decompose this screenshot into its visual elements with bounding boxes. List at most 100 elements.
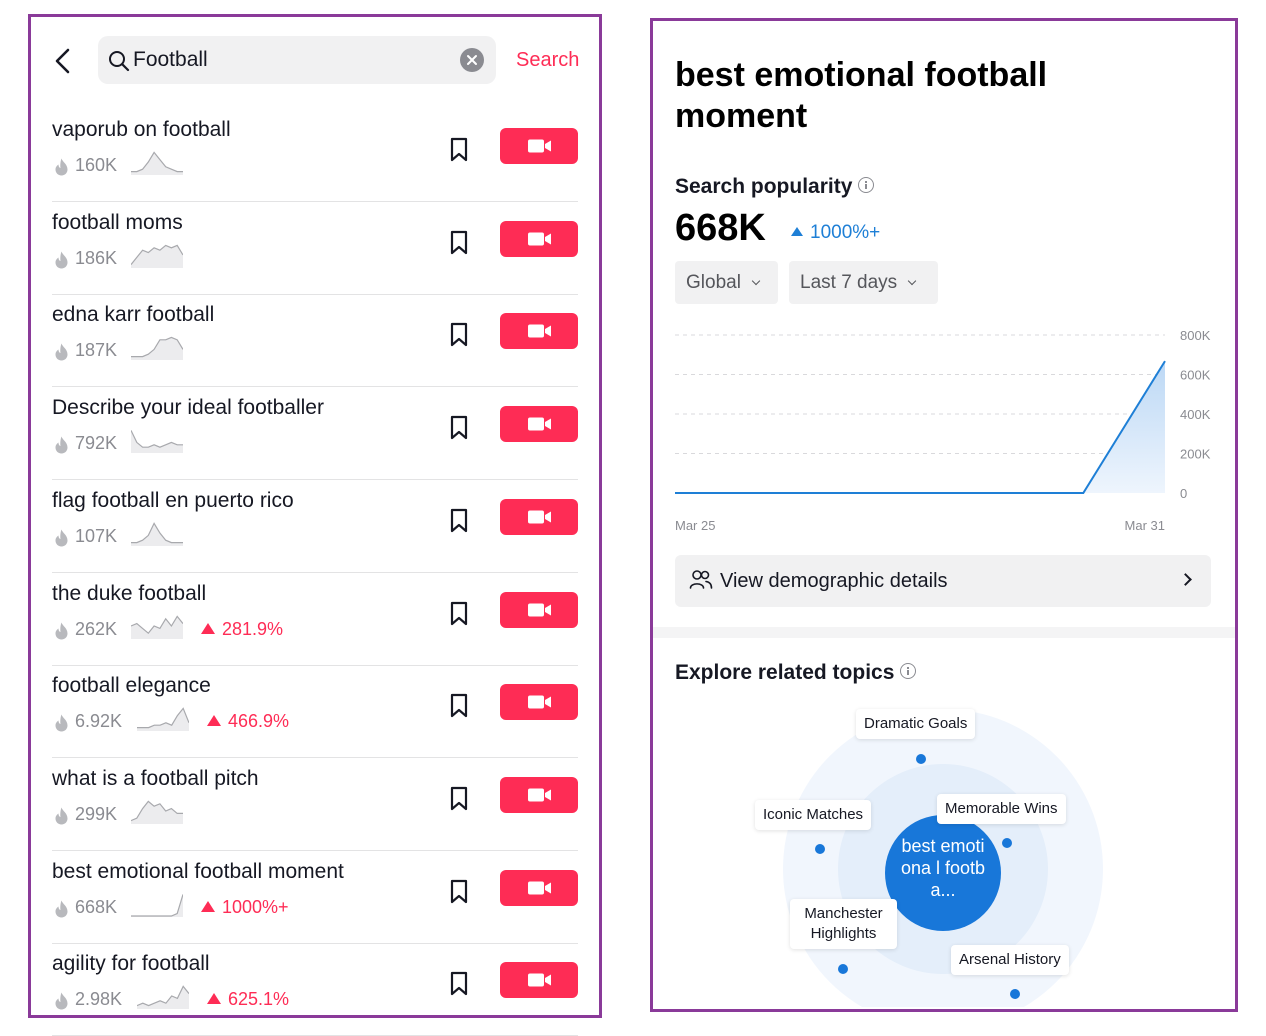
search-count: 299K	[75, 803, 118, 824]
result-title: vaporub on football	[52, 118, 231, 141]
topic-dot	[1010, 989, 1020, 999]
flame-icon	[55, 807, 68, 825]
popularity-value: 668K	[675, 207, 766, 249]
result-row[interactable]: vaporub on football 160K	[31, 110, 599, 202]
result-title: what is a football pitch	[52, 766, 259, 790]
create-video-button[interactable]	[500, 406, 578, 443]
result-title: agility for football	[52, 952, 210, 976]
search-input[interactable]	[133, 44, 453, 76]
series-line	[675, 360, 1166, 494]
video-camera-icon	[528, 417, 551, 431]
x-tick-label: Mar 31	[1125, 518, 1165, 533]
video-camera-icon	[528, 603, 551, 616]
y-tick-label: 800K	[1180, 328, 1211, 343]
create-video-button[interactable]	[500, 776, 578, 813]
create-video-button[interactable]	[500, 591, 578, 628]
create-video-button[interactable]	[500, 869, 578, 906]
create-video-button[interactable]	[500, 220, 578, 257]
bookmark-icon[interactable]	[449, 137, 469, 163]
trend-value: 625.1%	[228, 989, 290, 1010]
create-video-button[interactable]	[500, 498, 578, 535]
chevron-down-icon	[751, 276, 761, 286]
trend-sparkline	[137, 985, 189, 1010]
y-tick-label: 0	[1180, 486, 1187, 501]
trend-value: 281.9%	[222, 618, 284, 639]
result-title: football elegance	[52, 674, 211, 698]
create-video-button[interactable]	[500, 962, 578, 999]
trend-percentage: 625.1%	[207, 989, 289, 1010]
result-row[interactable]: football moms 186K	[31, 203, 599, 295]
region-filter-dropdown[interactable]: Global	[675, 261, 778, 304]
bookmark-icon[interactable]	[449, 322, 469, 348]
bookmark-icon[interactable]	[449, 693, 469, 719]
chevron-down-icon	[907, 276, 917, 286]
period-filter-value: Last 7 days	[800, 272, 898, 293]
trend-percentage: 466.9%	[207, 711, 289, 732]
search-box	[98, 36, 496, 84]
trend-up-icon	[207, 993, 221, 1005]
explore-related-label: Explore related topics	[675, 661, 895, 684]
result-row[interactable]: what is a football pitch 299K	[31, 759, 599, 851]
create-video-button[interactable]	[500, 128, 578, 164]
create-video-button[interactable]	[500, 684, 578, 721]
popularity-change-value: 1000%+	[810, 222, 881, 243]
x-tick-label: Mar 25	[675, 518, 715, 533]
topic-dot	[1002, 838, 1012, 848]
section-divider	[653, 627, 1235, 638]
result-row[interactable]: edna karr football 187K	[31, 295, 599, 388]
info-icon[interactable]	[858, 177, 875, 193]
video-camera-icon	[528, 881, 551, 895]
result-row[interactable]: best emotional football moment 668K 1000%+	[31, 852, 599, 944]
info-icon[interactable]	[900, 663, 917, 679]
search-count: 792K	[75, 433, 118, 454]
chevron-right-icon	[1179, 573, 1192, 586]
bookmark-icon[interactable]	[449, 601, 469, 627]
trend-percentage: 1000%+	[201, 897, 289, 918]
flame-icon	[55, 992, 68, 1010]
related-topic-iconic-matches[interactable]: Iconic Matches	[755, 800, 872, 830]
related-topic-arsenal-history[interactable]: Arsenal History	[951, 945, 1069, 975]
related-topic-dramatic-goals[interactable]: Dramatic Goals	[856, 709, 976, 739]
video-camera-icon	[528, 510, 551, 524]
search-count: 668K	[75, 896, 118, 917]
bookmark-icon[interactable]	[449, 415, 469, 441]
result-row[interactable]: the duke football 262K 281.9%	[31, 574, 599, 666]
trend-sparkline	[131, 244, 183, 268]
series-area	[675, 361, 1165, 493]
related-topic-manchester-highlights[interactable]: Manchester Highlights	[790, 899, 897, 949]
bookmark-icon[interactable]	[449, 230, 469, 256]
bookmark-icon[interactable]	[449, 786, 469, 812]
region-filter-value: Global	[686, 272, 741, 293]
y-tick-label: 400K	[1180, 407, 1211, 422]
result-row[interactable]: flag football en puerto rico 107K	[31, 481, 599, 573]
search-header: Search	[31, 17, 599, 103]
result-title: football moms	[52, 210, 183, 234]
clear-search-icon[interactable]	[460, 48, 484, 72]
search-popularity-label: Search popularity	[675, 175, 853, 198]
search-popularity-heading: Search popularity	[675, 175, 875, 199]
trend-up-icon	[791, 227, 803, 236]
result-row[interactable]: agility for football 2.98K 625.1%	[31, 944, 599, 1036]
result-row[interactable]: Describe your ideal footballer 792K	[31, 388, 599, 481]
video-camera-icon	[528, 232, 551, 246]
related-topic-memorable-wins[interactable]: Memorable Wins	[937, 794, 1066, 824]
bookmark-icon[interactable]	[449, 879, 469, 905]
view-demographic-details-button[interactable]: View demographic details	[675, 555, 1211, 607]
period-filter-dropdown[interactable]: Last 7 days	[789, 261, 938, 304]
video-camera-icon	[528, 324, 551, 338]
popularity-change: 1000%+	[791, 222, 880, 244]
search-count: 2.98K	[75, 989, 123, 1010]
result-title: flag football en puerto rico	[52, 488, 294, 512]
center-topic-bubble[interactable]: best emotiona l footba...	[885, 815, 1001, 931]
result-title: Describe your ideal footballer	[52, 396, 324, 420]
flame-icon	[55, 343, 68, 361]
topic-detail-panel: best emotional football moment Search po…	[650, 18, 1238, 1012]
trend-value: 1000%+	[222, 896, 289, 917]
back-arrow-icon[interactable]	[49, 45, 77, 77]
bookmark-icon[interactable]	[449, 971, 469, 997]
bookmark-icon[interactable]	[449, 508, 469, 534]
flame-icon	[55, 529, 68, 547]
create-video-button[interactable]	[500, 313, 578, 350]
result-row[interactable]: football elegance 6.92K 466.9%	[31, 666, 599, 759]
search-button[interactable]: Search	[516, 49, 579, 72]
